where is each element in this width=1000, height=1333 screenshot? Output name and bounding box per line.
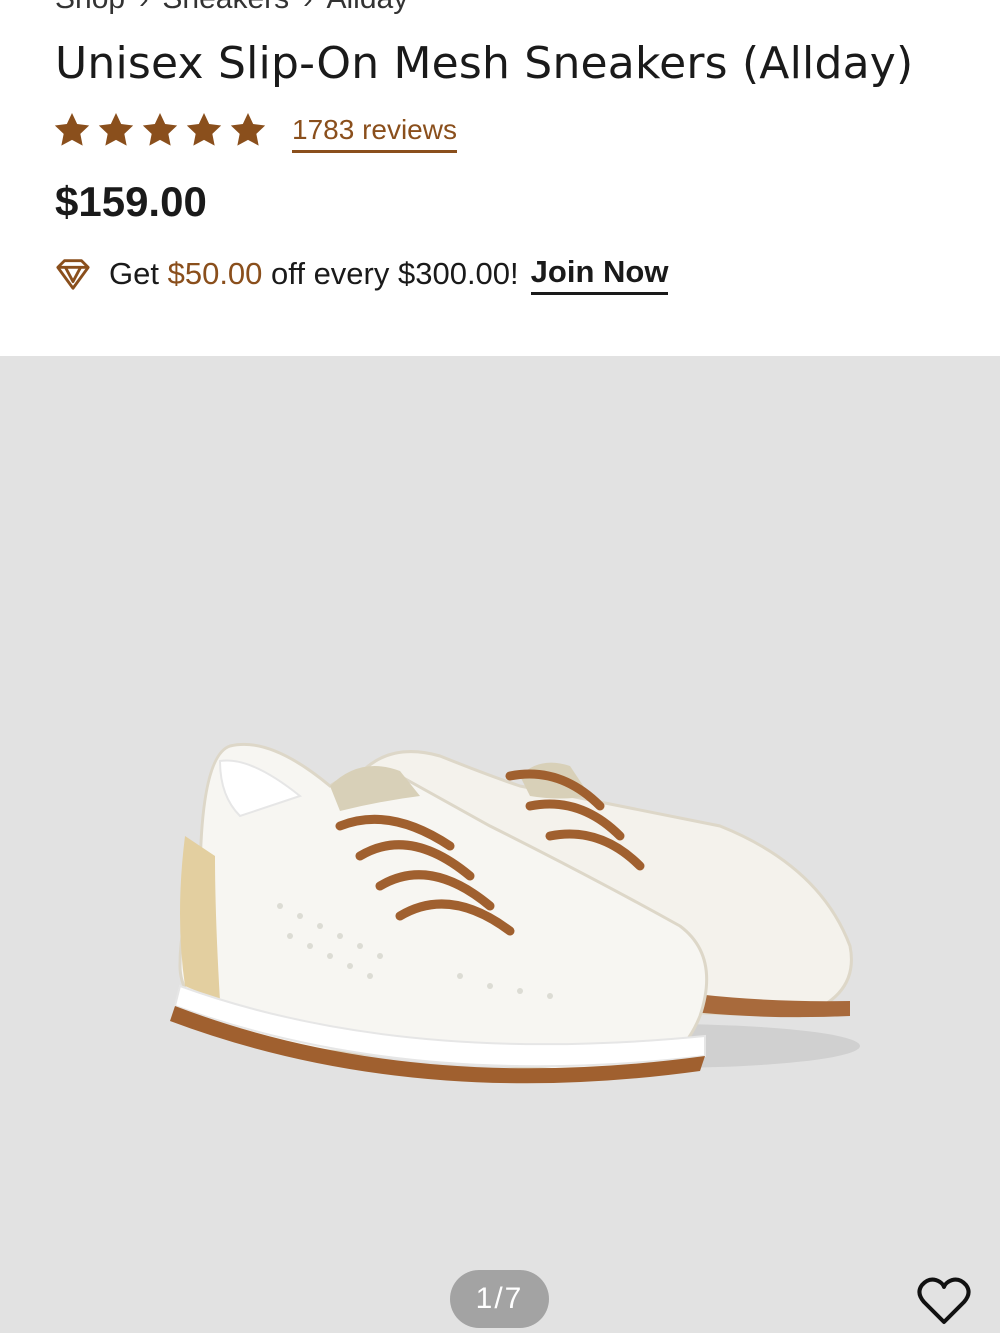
product-image — [170, 742, 860, 1084]
membership-promo: Get $50.00 off every $300.00! Join Now — [54, 252, 669, 296]
breadcrumb-item-allday[interactable]: Allday — [326, 0, 408, 16]
breadcrumb-item-sneakers[interactable]: Sneakers — [162, 0, 289, 16]
product-title: Unisex Slip-On Mesh Sneakers (Allday) — [55, 38, 914, 89]
star-icon — [54, 113, 90, 146]
heart-outline-icon — [917, 1277, 971, 1324]
product-rating: 1783 reviews — [52, 105, 457, 155]
promo-prefix: Get — [109, 256, 159, 291]
product-image-gallery[interactable]: 1/7 — [0, 356, 1000, 1333]
image-counter: 1/7 — [450, 1270, 549, 1328]
promo-suffix: off every $300.00! — [271, 256, 519, 291]
favorite-button[interactable] — [916, 1276, 972, 1326]
reviews-link[interactable]: 1783 reviews — [292, 114, 457, 153]
star-icon — [186, 113, 222, 146]
star-rating — [52, 110, 268, 150]
breadcrumb: Shop › Sneakers › Allday — [55, 0, 408, 16]
promo-amount: $50.00 — [167, 256, 263, 291]
product-price: $159.00 — [55, 178, 207, 225]
join-now-link[interactable]: Join Now — [530, 254, 669, 295]
star-icon — [98, 113, 134, 146]
breadcrumb-separator: › — [139, 0, 148, 15]
star-icon — [142, 113, 178, 146]
diamond-icon — [56, 259, 90, 290]
breadcrumb-item-shop[interactable]: Shop — [55, 0, 125, 16]
breadcrumb-separator: › — [303, 0, 312, 15]
star-icon — [230, 113, 266, 146]
